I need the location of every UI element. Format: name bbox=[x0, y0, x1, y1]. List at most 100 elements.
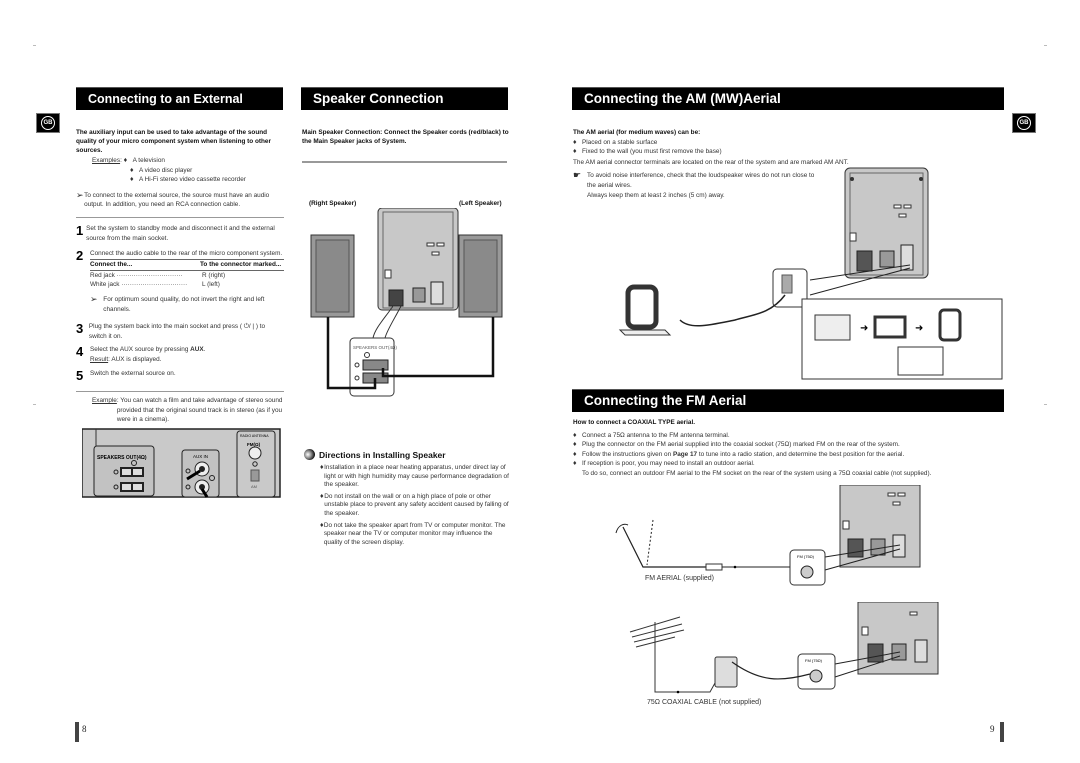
note-text: To connect to the external source, the s… bbox=[84, 191, 270, 209]
fm-label: FM(Ω) bbox=[247, 442, 261, 447]
am-bullet-text: Placed on a stable surface bbox=[582, 138, 658, 146]
arrow-right-icon: ➜ bbox=[915, 323, 923, 334]
table-header: Connect the... bbox=[90, 261, 133, 269]
connection-table-header: Connect the... To the connector marked..… bbox=[90, 259, 284, 271]
step-text: Set the system to standby mode and disco… bbox=[86, 225, 275, 243]
fm-bullet: ♦ Follow the instructions given on Page 1… bbox=[573, 450, 905, 458]
speakers-out-label: SPEAKERS OUT(4Ω) bbox=[97, 455, 147, 461]
divider bbox=[302, 161, 507, 163]
fm-bullet-text: to tune into a radio station, and determ… bbox=[697, 450, 905, 458]
crop-mark bbox=[33, 404, 36, 405]
radio-antenna-label: RADIO ANTENNA bbox=[240, 434, 269, 438]
examples-label: Examples bbox=[92, 157, 121, 164]
result-text: : AUX is displayed. bbox=[108, 356, 162, 363]
result-label: Result bbox=[90, 356, 109, 363]
divider bbox=[76, 216, 284, 219]
arrow-note-icon: ➢ bbox=[90, 294, 98, 305]
examples-list: Examples: ♦ A television ♦ A video disc pl… bbox=[92, 157, 246, 184]
fm-bullet-text: Connect a 75Ω antenna to the FM antenna … bbox=[582, 431, 730, 439]
tip-text: For optimum sound quality, do not invert… bbox=[103, 296, 265, 313]
fm-bullet-text: Follow the instructions given on bbox=[582, 450, 673, 458]
table-cell: R (right) bbox=[202, 271, 226, 279]
am-bullet: ♦ Fixed to the wall (you must first remov… bbox=[573, 148, 722, 156]
direction-text: Installation in a place near heating app… bbox=[324, 464, 509, 489]
language-badge-text: GB bbox=[1017, 116, 1031, 130]
aux-in-label: AUX IN bbox=[193, 454, 208, 459]
divider bbox=[76, 390, 284, 393]
example-item: A Hi-Fi stereo video cassette recorder bbox=[139, 176, 246, 184]
step-text: Select the AUX source by pressing bbox=[90, 346, 191, 354]
am-bullet: ♦ Placed on a stable surface bbox=[573, 138, 658, 146]
crop-mark bbox=[33, 45, 36, 46]
fm-bullet-text: Plug the connector on the FM aerial supp… bbox=[582, 441, 900, 449]
step-4: 4 Select the AUX source by pressing AUX.… bbox=[76, 345, 284, 364]
crop-mark bbox=[1044, 404, 1047, 405]
example-text: : You can watch a film and take advantag… bbox=[116, 397, 283, 424]
example-item: A video disc player bbox=[139, 166, 193, 174]
example-item: A television bbox=[132, 157, 165, 164]
section-title-external-source: Connecting to an External Source bbox=[76, 87, 283, 128]
fm-aerial-supplied-caption: FM AERIAL (supplied) bbox=[645, 575, 714, 582]
fm-aerial-content: How to connect a COAXIAL TYPE aerial. ♦ C… bbox=[573, 418, 1013, 479]
direction-text: Do not take the speaker apart from TV or… bbox=[323, 521, 506, 546]
step-number: 1 bbox=[76, 223, 84, 239]
external-source-intro: The auxiliary input can be used to take … bbox=[76, 129, 271, 154]
crop-mark bbox=[1044, 45, 1047, 46]
example-label: Example bbox=[92, 397, 117, 405]
coaxial-cable-caption: 75Ω COAXIAL CABLE (not supplied) bbox=[647, 699, 762, 706]
am-aerial-diagram: ➜ ➜ bbox=[618, 167, 1003, 380]
disc-bullet-icon bbox=[304, 449, 315, 460]
arrow-right-icon: ➜ bbox=[860, 323, 868, 334]
section-title-speaker-connection: Speaker Connection bbox=[301, 87, 508, 110]
fm-bullet: ♦ Connect a 75Ω antenna to the FM antenna… bbox=[573, 431, 730, 439]
table-cell: L (left) bbox=[202, 281, 220, 289]
rear-panel-illustration: SPEAKERS OUT(4Ω) AUX IN RADIO ANTENNA FM… bbox=[82, 428, 281, 498]
aux-key: AUX bbox=[190, 346, 204, 354]
page-marker-bar bbox=[1000, 722, 1004, 742]
direction-item: ♦ Do not install on the wall or on a high… bbox=[320, 492, 509, 517]
fm-socket-label: FM (75Ω) bbox=[797, 554, 815, 559]
step-number: 4 bbox=[76, 344, 84, 360]
fm-bullet-subtext: To do so, connect an outdoor FM aerial t… bbox=[582, 469, 932, 477]
fm-socket-label: FM (75Ω) bbox=[805, 658, 823, 663]
fm-coaxial-diagram: FM (75Ω) bbox=[629, 602, 939, 694]
example-note: Example : You can watch a film and take … bbox=[76, 396, 284, 425]
speaker-connection-diagram: SPEAKERS OUT(4Ω) bbox=[310, 208, 503, 397]
language-badge-text: GB bbox=[41, 116, 55, 130]
fm-aerial-intro: How to connect a COAXIAL TYPE aerial. bbox=[573, 419, 696, 426]
page-marker-bar bbox=[75, 722, 79, 742]
page-reference: Page 17 bbox=[672, 450, 698, 458]
step-text: Switch the external source on. bbox=[90, 369, 176, 377]
table-row: Red jack ·······························… bbox=[90, 271, 226, 279]
step-text: Plug the system back into the main socke… bbox=[88, 323, 266, 340]
direction-item: ♦ Installation in a place near heating ap… bbox=[320, 464, 509, 489]
directions-heading: Directions in Installing Speaker bbox=[304, 449, 446, 460]
step-number: 3 bbox=[76, 321, 84, 337]
page-number-left: 8 bbox=[82, 724, 87, 734]
section-title-am-aerial: Connecting the AM (MW)Aerial bbox=[572, 87, 1004, 110]
direction-item: ♦ Do not take the speaker apart from TV o… bbox=[320, 522, 510, 548]
fm-bullet-text: If reception is poor, you may need to in… bbox=[582, 460, 755, 468]
table-cell: White jack bbox=[90, 281, 120, 289]
step-3: 3 Plug the system back into the main soc… bbox=[76, 322, 284, 341]
step-number: 2 bbox=[76, 247, 84, 263]
am-bullet-text: Fixed to the wall (you must first remove… bbox=[582, 148, 722, 156]
note: ➢ To connect to the external source, the… bbox=[76, 189, 284, 210]
table-header: To the connector marked... bbox=[200, 261, 282, 269]
language-badge-right: GB bbox=[1012, 113, 1036, 133]
arrow-note-icon: ➢ bbox=[76, 189, 84, 200]
table-cell: Red jack bbox=[90, 271, 115, 279]
step-text: Connect the audio cable to the rear of t… bbox=[90, 249, 283, 257]
inset-speakers-out-label: SPEAKERS OUT(4Ω) bbox=[353, 345, 397, 350]
page-number-right: 9 bbox=[990, 724, 995, 734]
speaker-connection-intro: Main Speaker Connection: Connect the Spe… bbox=[302, 129, 509, 145]
step-number: 5 bbox=[76, 367, 84, 383]
table-row: White jack ·····························… bbox=[90, 281, 220, 289]
am-aerial-intro: The AM aerial (for medium waves) can be: bbox=[573, 129, 701, 136]
step-1: 1 Set the system to standby mode and dis… bbox=[76, 224, 284, 243]
language-badge-left: GB bbox=[36, 113, 60, 133]
step-text: . bbox=[203, 346, 206, 354]
pointing-hand-icon: ☛ bbox=[573, 170, 582, 181]
fm-aerial-supplied-diagram: FM (75Ω) bbox=[615, 485, 921, 586]
step-2: 2 Connect the audio cable to the rear of… bbox=[76, 247, 284, 315]
